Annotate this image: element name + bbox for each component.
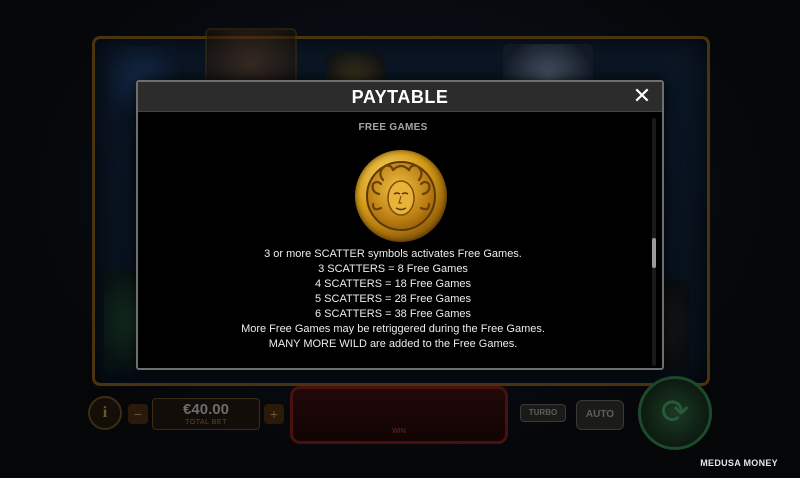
spin-button[interactable]: ⟳ bbox=[638, 376, 712, 450]
section-title: FREE GAMES bbox=[358, 122, 428, 133]
modal-title: PAYTABLE bbox=[351, 87, 449, 107]
bet-label: TOTAL BET bbox=[185, 419, 227, 426]
turbo-button[interactable]: TURBO bbox=[520, 404, 566, 422]
win-display: WIN bbox=[290, 386, 508, 444]
description-line: 4 SCATTERS = 18 Free Games bbox=[315, 278, 471, 290]
spin-arrows-icon: ⟳ bbox=[660, 393, 690, 431]
bet-decrease-button[interactable]: − bbox=[128, 404, 148, 424]
description-line: 6 SCATTERS = 38 Free Games bbox=[315, 308, 471, 320]
modal-header: PAYTABLE ✕ bbox=[138, 82, 662, 112]
close-button[interactable]: ✕ bbox=[630, 84, 654, 108]
paytable-modal: PAYTABLE ✕ FREE GAMES 3 or more SCATTER … bbox=[136, 80, 664, 370]
scroll-thumb[interactable] bbox=[652, 238, 656, 268]
control-bar: i − €40.00 TOTAL BET + WIN TURBO AUTO ⟳ bbox=[86, 376, 716, 450]
description-line: More Free Games may be retriggered durin… bbox=[241, 323, 545, 335]
bet-value: €40.00 bbox=[183, 401, 229, 418]
description-line: 5 SCATTERS = 28 Free Games bbox=[315, 293, 471, 305]
medusa-face-icon bbox=[371, 164, 431, 216]
info-button[interactable]: i bbox=[88, 396, 122, 430]
autoplay-button[interactable]: AUTO bbox=[576, 400, 624, 430]
description-line: MANY MORE WILD are added to the Free Gam… bbox=[268, 338, 518, 350]
paytable-content[interactable]: FREE GAMES 3 or more SCATTER symbols act… bbox=[138, 113, 648, 368]
bet-increase-button[interactable]: + bbox=[264, 404, 284, 424]
free-games-description: 3 or more SCATTER symbols activates Free… bbox=[138, 247, 648, 352]
description-line: 3 SCATTERS = 8 Free Games bbox=[318, 263, 468, 275]
close-icon: ✕ bbox=[632, 83, 652, 108]
scrollbar[interactable] bbox=[652, 118, 656, 366]
total-bet-display: €40.00 TOTAL BET bbox=[152, 398, 260, 430]
game-name: MEDUSA MONEY bbox=[700, 458, 778, 468]
medusa-scatter-icon bbox=[355, 150, 447, 242]
win-label: WIN bbox=[392, 428, 406, 435]
description-line: 3 or more SCATTER symbols activates Free… bbox=[264, 248, 522, 260]
